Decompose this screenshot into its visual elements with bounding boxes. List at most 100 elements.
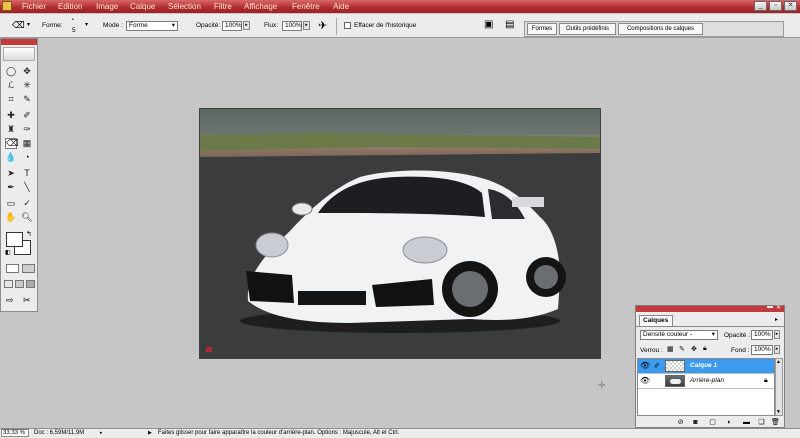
screen-mode-full-button[interactable]	[26, 280, 35, 288]
screen-mode-full-menu-button[interactable]	[15, 280, 24, 288]
eye-visibility-icon[interactable]: 👁︎	[640, 362, 650, 370]
close-button[interactable]: ✕	[784, 1, 797, 11]
line-tool-icon[interactable]: ╲	[21, 182, 33, 193]
blur-tool-icon[interactable]: 💧	[5, 152, 17, 163]
restore-button[interactable]: ▫	[769, 1, 782, 11]
history-brush-tool-icon[interactable]: ✑	[21, 124, 33, 135]
imageready-jump-icon[interactable]: ⇨	[6, 295, 14, 306]
mode-select[interactable]: Forme ▾	[126, 21, 178, 31]
opacite-slider-arrow[interactable]: ▸	[243, 21, 250, 30]
pen-tool-icon[interactable]: ✒	[5, 182, 17, 193]
palette-well-icon[interactable]: ▤	[505, 19, 514, 30]
menu-aide[interactable]: Aide	[333, 2, 349, 11]
gradient-tool-icon[interactable]: ▦	[21, 138, 33, 149]
document-canvas[interactable]	[199, 108, 601, 359]
quick-mask-button[interactable]	[22, 264, 35, 273]
flux-input[interactable]: 100%	[282, 21, 302, 31]
tab-compositions-de-calques[interactable]: Compositions de calques	[618, 23, 703, 35]
tab-calques[interactable]: Calques	[639, 315, 673, 326]
link-layers-icon[interactable]: ⊘	[676, 419, 685, 427]
file-browser-icon[interactable]: ▣	[484, 19, 493, 30]
opacite-input[interactable]: 100%	[222, 21, 242, 31]
new-layer-icon[interactable]: ❑	[757, 419, 766, 427]
chevron-down-icon[interactable]: ▾	[27, 21, 30, 28]
scroll-down-icon[interactable]: ▼	[776, 409, 781, 415]
fill-input[interactable]: 100%	[751, 345, 773, 355]
crop-tool-icon[interactable]: ⌗	[5, 94, 17, 105]
lock-position-icon[interactable]: ✥	[691, 345, 697, 353]
magic-wand-tool-icon[interactable]: ✳	[21, 80, 33, 91]
feather-logo-icon[interactable]	[3, 47, 35, 61]
toolbox-title-bar[interactable]	[1, 39, 37, 45]
layers-scrollbar[interactable]: ▲ ▼	[775, 358, 783, 416]
eraser-tool-icon[interactable]: ⌫	[5, 138, 19, 149]
layer-opacity-arrow[interactable]: ▸	[774, 330, 780, 339]
minimize-button[interactable]: _	[754, 1, 767, 11]
path-selection-tool-icon[interactable]: ➤	[5, 168, 17, 179]
layer-row-calque-1[interactable]: 👁︎ ✐ Calque 1	[638, 359, 774, 374]
paintbrush-edit-icon: ✐	[654, 363, 660, 370]
airbrush-icon[interactable]: ✈	[318, 19, 327, 32]
brush-tool-icon[interactable]: ✐	[21, 110, 33, 121]
menu-fenetre[interactable]: Fenêtre	[292, 2, 320, 11]
healing-brush-tool-icon[interactable]: ✚	[5, 110, 17, 121]
app-logo-icon[interactable]	[2, 1, 12, 11]
layer-opacity-input[interactable]: 100%	[751, 330, 773, 340]
trash-icon[interactable]: 🗑︎	[771, 419, 780, 427]
layers-title-bar[interactable]	[636, 306, 784, 312]
brush-picker-chevron-icon[interactable]: ▾	[85, 21, 88, 28]
forme-size: 5	[72, 27, 76, 34]
blend-mode-value: Densité couleur -	[643, 331, 693, 338]
menu-selection[interactable]: Sélection	[168, 2, 201, 11]
zoom-tool-icon[interactable]: 🔍︎	[21, 212, 33, 223]
swap-colors-icon[interactable]: ↰	[26, 230, 32, 238]
lock-transparency-icon[interactable]: ▦	[667, 345, 674, 353]
screen-mode-standard-button[interactable]	[4, 280, 13, 288]
jump-to-app-icon[interactable]: ✂	[23, 295, 31, 306]
lock-all-icon[interactable]: 🔒︎	[703, 345, 707, 353]
menu-fichier[interactable]: Fichier	[22, 2, 46, 11]
layer-thumbnail-photo	[665, 375, 685, 387]
menu-edition[interactable]: Edition	[58, 2, 82, 11]
menu-affichage[interactable]: Affichage	[244, 2, 277, 11]
eraser-tool-preset-icon[interactable]: ⌫	[12, 20, 25, 31]
menu-image[interactable]: Image	[96, 2, 118, 11]
blend-mode-select[interactable]: Densité couleur - ▾	[640, 330, 718, 340]
type-tool-icon[interactable]: T	[21, 168, 33, 179]
fill-arrow[interactable]: ▸	[774, 345, 780, 354]
hand-tool-icon[interactable]: ✋	[5, 212, 17, 223]
foreground-color-swatch[interactable]	[6, 232, 23, 247]
menu-calque[interactable]: Calque	[130, 2, 155, 11]
eyedropper-tool-icon[interactable]: ✓	[21, 198, 33, 209]
slice-tool-icon[interactable]: ✎	[21, 94, 33, 105]
layer-name: Calque 1	[690, 362, 718, 369]
close-palette-icon[interactable]: ✕	[776, 304, 781, 311]
dodge-tool-icon[interactable]: ◔	[21, 152, 33, 163]
clone-stamp-tool-icon[interactable]: ♜	[5, 124, 17, 135]
tab-formes[interactable]: Formes	[527, 23, 557, 35]
layer-style-icon[interactable]: ◙	[691, 419, 700, 427]
standard-mode-button[interactable]	[6, 264, 19, 273]
flux-slider-arrow[interactable]: ▸	[303, 21, 310, 30]
doc-size-menu-icon[interactable]: ▸	[100, 430, 103, 436]
eye-visibility-icon[interactable]: 👁︎	[640, 377, 650, 385]
lasso-tool-icon[interactable]: ℒ	[5, 80, 17, 91]
move-tool-icon[interactable]: ✥	[21, 66, 33, 77]
layer-row-arriere-plan[interactable]: 👁︎ Arrière-plan 🔒︎	[638, 374, 774, 389]
new-group-icon[interactable]: ▬	[742, 419, 751, 427]
marquee-tool-icon[interactable]: ◯	[5, 66, 17, 77]
menu-filtre[interactable]: Filtre	[214, 2, 232, 11]
layer-mask-icon[interactable]: ▢	[708, 419, 717, 427]
forme-label: Forme:	[42, 22, 63, 29]
adjustment-layer-icon[interactable]: ◐	[725, 419, 734, 427]
opacite-label: Opacité:	[196, 22, 221, 29]
tab-outils-predefinis[interactable]: Outils prédéfinis	[559, 23, 616, 35]
zoom-field[interactable]: 33,33 %	[1, 429, 29, 437]
lock-pixels-icon[interactable]: ✎	[679, 345, 685, 353]
default-colors-icon[interactable]: ◧	[5, 249, 11, 256]
scroll-up-icon[interactable]: ▲	[776, 359, 781, 365]
erase-history-checkbox[interactable]	[344, 22, 351, 29]
palette-menu-icon[interactable]: ▸	[775, 316, 778, 323]
notes-tool-icon[interactable]: ▭	[5, 198, 17, 209]
minimize-palette-icon[interactable]: ▬	[767, 304, 773, 310]
